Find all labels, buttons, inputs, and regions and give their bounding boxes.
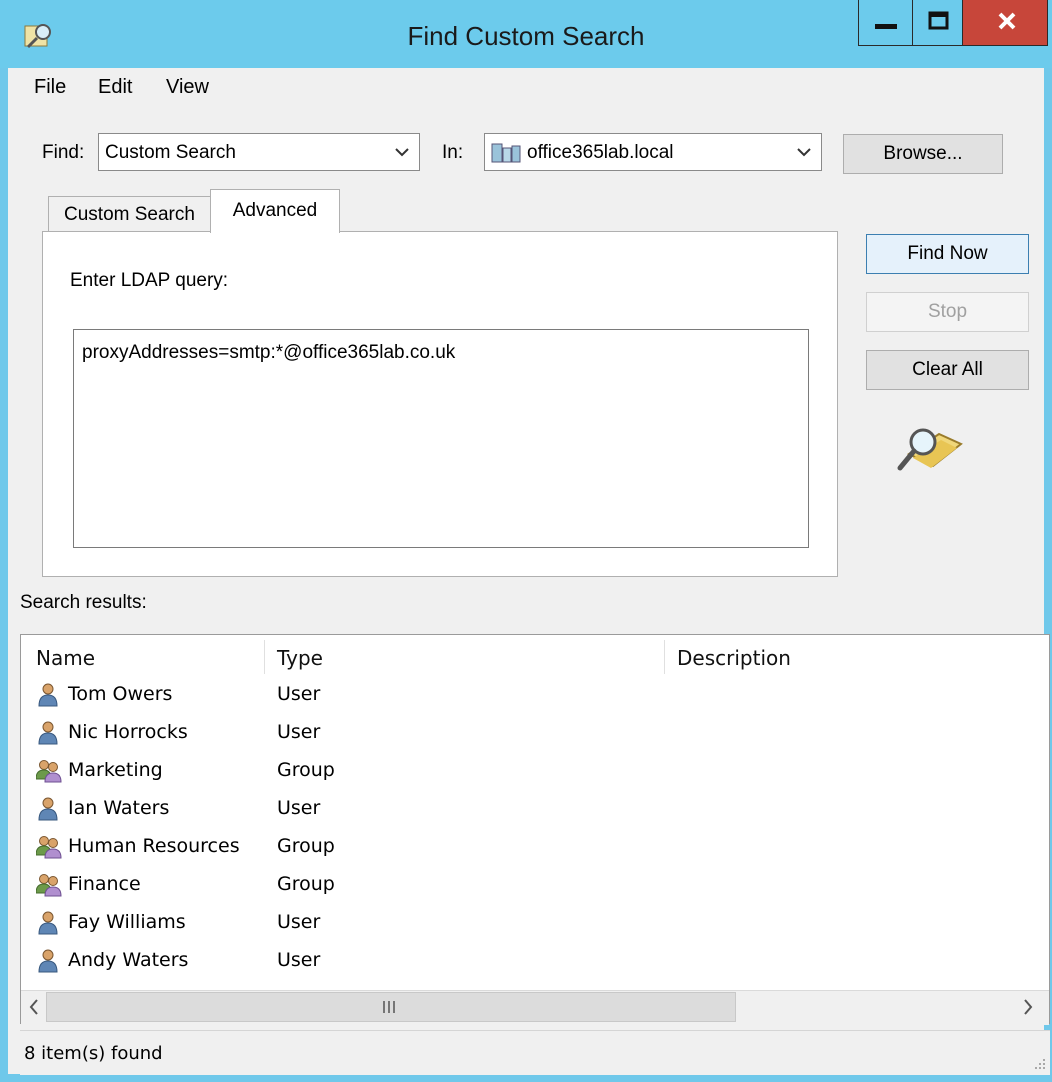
row-type: Group <box>277 759 335 781</box>
find-value: Custom Search <box>105 142 236 163</box>
group-icon <box>36 874 62 897</box>
status-bar: 8 item(s) found <box>20 1030 1050 1075</box>
in-value: office365lab.local <box>527 142 674 163</box>
status-text: 8 item(s) found <box>24 1043 163 1064</box>
row-name: Nic Horrocks <box>68 721 188 743</box>
ldap-query-text: proxyAddresses=smtp:*@office365lab.co.uk <box>82 342 456 363</box>
row-type: User <box>277 949 321 971</box>
row-name: Finance <box>68 873 141 895</box>
table-row[interactable]: Finance Group <box>36 865 736 903</box>
scroll-left-arrow-icon[interactable] <box>28 998 40 1016</box>
tab-advanced[interactable]: Advanced <box>210 189 340 233</box>
close-button[interactable] <box>962 0 1048 46</box>
row-name: Marketing <box>68 759 163 781</box>
browse-button[interactable]: Browse... <box>843 134 1003 174</box>
chevron-down-icon <box>395 148 409 157</box>
row-type: User <box>277 911 321 933</box>
minimize-icon <box>875 24 897 29</box>
group-icon <box>36 760 62 783</box>
row-type: Group <box>277 835 335 857</box>
row-name: Andy Waters <box>68 949 189 971</box>
grip-icon <box>383 1001 395 1013</box>
group-icon <box>36 836 62 859</box>
ldap-query-input[interactable]: proxyAddresses=smtp:*@office365lab.co.uk <box>73 329 809 548</box>
table-row[interactable]: Nic Horrocks User <box>36 713 736 751</box>
tab-custom-search[interactable]: Custom Search <box>48 196 211 232</box>
column-divider[interactable] <box>264 640 265 674</box>
menu-file[interactable]: File <box>34 72 66 102</box>
column-header-description[interactable]: Description <box>677 640 791 676</box>
row-name: Ian Waters <box>68 797 170 819</box>
maximize-icon <box>928 11 949 30</box>
column-header-name[interactable]: Name <box>36 640 95 676</box>
resize-grip-icon[interactable] <box>1032 1057 1046 1071</box>
table-row[interactable]: Tom Owers User <box>36 675 736 713</box>
table-row[interactable]: Andy Waters User <box>36 941 736 979</box>
row-type: User <box>277 683 321 705</box>
in-dropdown[interactable]: office365lab.local <box>484 133 822 171</box>
user-icon <box>38 721 58 745</box>
menu-view[interactable]: View <box>166 72 209 102</box>
table-row[interactable]: Marketing Group <box>36 751 736 789</box>
search-results-label: Search results: <box>20 592 147 613</box>
in-label: In: <box>442 142 464 163</box>
table-row[interactable]: Human Resources Group <box>36 827 736 865</box>
column-header-type[interactable]: Type <box>277 640 323 676</box>
user-icon <box>38 911 58 935</box>
table-row[interactable]: Ian Waters User <box>36 789 736 827</box>
close-icon <box>998 12 1016 30</box>
scrollbar-thumb[interactable] <box>46 992 736 1022</box>
search-folder-icon <box>897 428 963 471</box>
stop-button[interactable]: Stop <box>866 292 1029 332</box>
find-dropdown[interactable]: Custom Search <box>98 133 420 171</box>
row-name: Human Resources <box>68 835 240 857</box>
chevron-down-icon <box>797 148 811 157</box>
ldap-query-label: Enter LDAP query: <box>70 270 229 291</box>
table-row[interactable]: Fay Williams User <box>36 903 736 941</box>
row-type: User <box>277 797 321 819</box>
clear-all-button[interactable]: Clear All <box>866 350 1029 390</box>
maximize-button[interactable] <box>912 0 964 46</box>
row-name: Fay Williams <box>68 911 186 933</box>
domain-icon <box>491 143 521 163</box>
row-name: Tom Owers <box>68 683 173 705</box>
menu-edit[interactable]: Edit <box>98 72 132 102</box>
user-icon <box>38 949 58 973</box>
row-type: Group <box>277 873 335 895</box>
row-type: User <box>277 721 321 743</box>
user-icon <box>38 683 58 707</box>
scroll-right-arrow-icon[interactable] <box>1022 998 1034 1016</box>
minimize-button[interactable] <box>858 0 914 46</box>
find-now-button[interactable]: Find Now <box>866 234 1029 274</box>
find-label: Find: <box>42 142 85 163</box>
user-icon <box>38 797 58 821</box>
column-divider[interactable] <box>664 640 665 674</box>
